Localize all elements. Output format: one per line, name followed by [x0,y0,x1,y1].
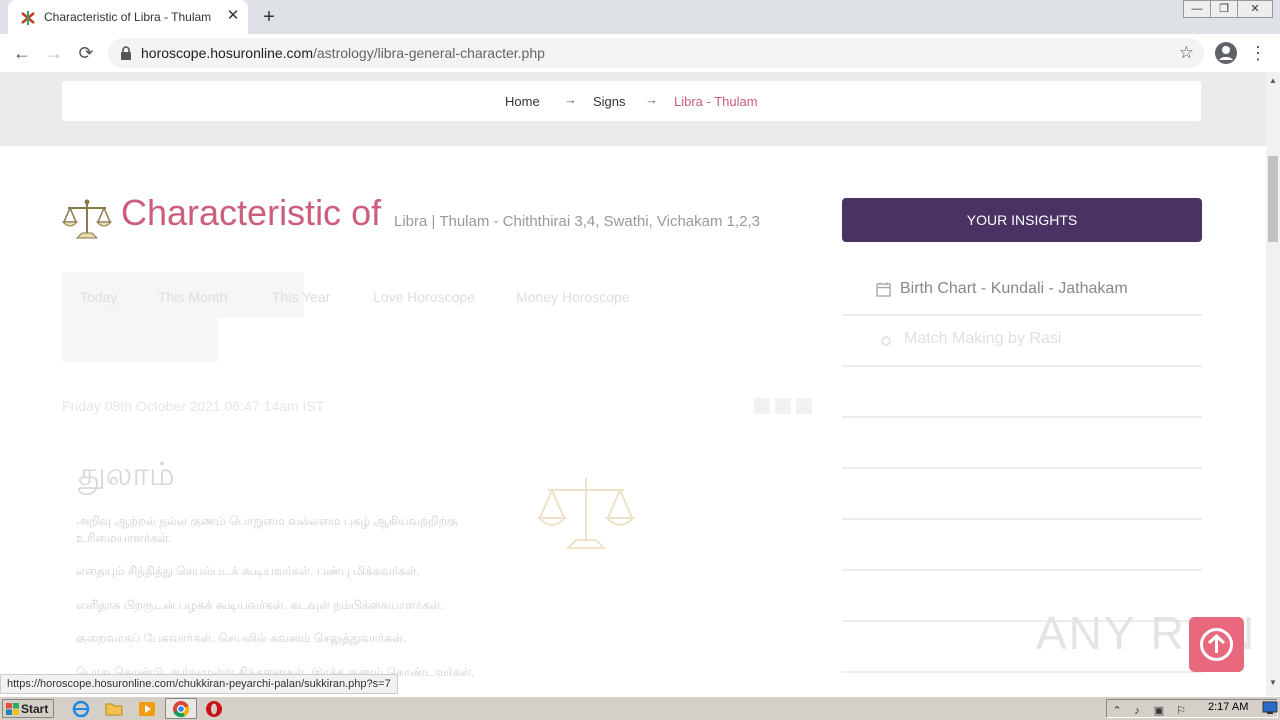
calendar-icon [876,282,891,297]
show-desktop-icon[interactable] [1262,701,1278,715]
tamil-text-line: உரிமையாளர்கள். [76,531,173,545]
sidebar-item-label: Match Making by Rasi [904,330,1062,347]
sidebar-empty-item [842,418,1202,469]
sidebar-item-match-making[interactable]: Match Making by Rasi [842,316,1202,367]
site-favicon-icon [21,11,35,25]
tab-today[interactable]: Today [80,289,117,305]
tab-title: Characteristic of Libra - Thulam [44,10,212,24]
opera-icon[interactable] [205,700,223,718]
url-domain: horoscope.hosuronline.com [141,45,313,61]
breadcrumb: Home → Signs → Libra - Thulam [62,81,1201,121]
ie-icon[interactable] [72,700,90,718]
breadcrumb-home[interactable]: Home [505,94,540,109]
your-insights-button[interactable]: YOUR INSIGHTS [842,198,1202,242]
volume-icon[interactable]: ♪ [1130,704,1144,718]
date-text: Friday 08th October 2021 06:47:14am IST [62,398,325,414]
new-tab-button[interactable]: + [258,6,280,28]
tab-love-horoscope[interactable]: Love Horoscope [373,289,475,305]
page-title: Characteristic of [121,192,382,233]
network-icon[interactable]: ▣ [1152,704,1166,718]
tamil-text-line: எதையும் சிந்தித்து செயல்படக் கூடியவர்கள்… [76,564,421,578]
taskbar-clock: 2:17 AM [1208,701,1249,713]
lock-icon [121,46,131,60]
scroll-down-icon[interactable]: ▼ [1269,678,1277,687]
media-player-icon[interactable] [138,700,156,718]
tab-money-horoscope[interactable]: Money Horoscope [516,289,630,305]
breadcrumb-arrow-icon: → [564,92,577,107]
sidebar-item-birth-chart[interactable]: Birth Chart - Kundali - Jathakam [842,266,1202,316]
vertical-scrollbar[interactable]: ▲ ▼ [1266,72,1280,696]
flag-icon[interactable]: ⚐ [1174,704,1188,718]
breadcrumb-signs[interactable]: Signs [593,94,626,109]
windows-flag-icon [6,703,19,715]
browser-toolbar: ← → ⟳ horoscope.hosuronline.com/astrolog… [0,34,1280,73]
page-viewport: Home → Signs → Libra - Thulam Characteri… [0,72,1266,696]
libra-watermark-icon [536,478,636,549]
tab-this-month[interactable]: This Month [158,289,227,305]
windows-taskbar: Start ⌃ ♪ ▣ ⚐ 2:17 AM [0,696,1280,720]
browser-tab-strip: Characteristic of Libra - Thulam ✕ + — ❐… [0,0,1280,34]
share-facebook-icon[interactable] [754,398,770,414]
share-whatsapp-icon[interactable] [796,398,812,414]
folder-icon[interactable] [105,700,123,718]
tab-highlight [62,318,218,362]
scroll-to-top-button[interactable] [1189,617,1244,672]
browser-tab[interactable]: Characteristic of Libra - Thulam ✕ [8,0,248,34]
browser-menu-icon[interactable]: ⋮ [1248,41,1268,65]
restore-button[interactable]: ❐ [1210,0,1238,18]
scroll-up-icon[interactable]: ▲ [1269,76,1277,85]
url-path: /astrology/libra-general-character.php [313,45,545,61]
sidebar-empty-item [842,469,1202,520]
url-text: horoscope.hosuronline.com/astrology/libr… [141,45,545,61]
breadcrumb-arrow-icon: → [645,92,658,107]
breadcrumb-current: Libra - Thulam [674,94,758,109]
bookmark-star-icon[interactable]: ☆ [1179,43,1194,63]
horoscope-tabs: Today This Month This Year Love Horoscop… [62,272,812,362]
page-subtitle: Libra | Thulam - Chiththirai 3,4, Swathi… [394,213,761,230]
tab-this-year[interactable]: This Year [272,289,330,305]
tamil-sign-title: துலாம் [78,456,175,492]
arrow-up-icon [1200,628,1233,661]
minimize-button[interactable]: — [1183,0,1211,18]
eye-icon [881,336,891,346]
tab-close-icon[interactable]: ✕ [224,7,242,25]
status-link-preview: https://horoscope.hosuronline.com/chukki… [0,674,398,694]
reload-button[interactable]: ⟳ [73,41,99,65]
address-bar[interactable]: horoscope.hosuronline.com/astrology/libr… [108,38,1204,68]
forward-button[interactable]: → [41,41,67,65]
taskbar-chrome-button[interactable] [165,698,197,719]
tamil-text-line: குறைவாகப் பேசுவார்கள். செயலில் கவனம் செல… [76,631,407,645]
system-tray: ⌃ ♪ ▣ ⚐ [1106,699,1278,718]
breadcrumb-band: Home → Signs → Libra - Thulam [0,72,1266,146]
window-close-button[interactable]: ✕ [1237,0,1273,18]
sidebar-item-label: Birth Chart - Kundali - Jathakam [900,280,1128,297]
libra-scale-icon [62,199,112,239]
share-twitter-icon[interactable] [775,398,791,414]
scrollbar-thumb[interactable] [1268,156,1278,242]
chrome-icon [173,701,190,718]
tamil-text-line: அறிவு ஆற்றல் நல்ல குணம் பொறுமை வல்லமை பு… [76,514,458,528]
back-button[interactable]: ← [9,41,35,65]
tray-expand-icon[interactable]: ⌃ [1110,704,1124,718]
profile-avatar-icon[interactable] [1214,41,1238,65]
start-button[interactable]: Start [2,699,54,718]
start-label: Start [21,702,49,716]
sidebar-empty-item [842,520,1202,571]
tamil-text-line: எளிதாக பிறருடன் பழகக் கூடியவர்கள். கடவுள… [76,598,444,612]
sidebar-empty-item [842,367,1202,418]
